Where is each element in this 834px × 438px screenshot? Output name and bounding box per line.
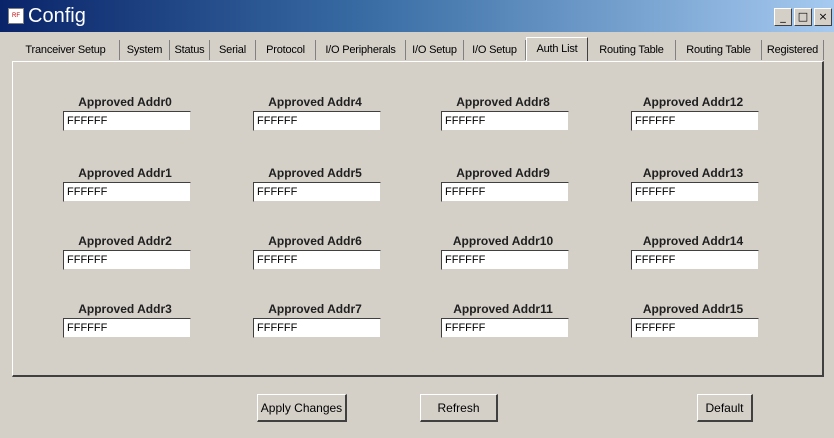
default-button[interactable]: Default (697, 394, 753, 422)
approved-addr-9-input[interactable] (441, 182, 569, 202)
approved-addr-11-label: Approved Addr11 (453, 302, 553, 316)
approved-addr-11-group: Approved Addr11 (431, 302, 611, 346)
tab-strip: Tranceiver Setup System Status Serial Pr… (12, 37, 824, 62)
approved-addr-4-group: Approved Addr4 (243, 95, 423, 139)
approved-addr-13-label: Approved Addr13 (642, 166, 744, 180)
title-bar[interactable]: RF Config _ □ × (0, 0, 834, 32)
approved-addr-12-label: Approved Addr12 (642, 95, 744, 109)
window-title: Config (28, 5, 86, 27)
approved-addr-4-label: Approved Addr4 (268, 95, 362, 109)
approved-addr-6-label: Approved Addr6 (268, 234, 362, 248)
approved-addr-7-input[interactable] (253, 318, 381, 338)
tab-protocol[interactable]: Protocol (256, 40, 316, 60)
approved-addr-1-input[interactable] (63, 182, 191, 202)
refresh-button[interactable]: Refresh (420, 394, 498, 422)
approved-addr-15-group: Approved Addr15 (621, 302, 801, 346)
approved-addr-12-group: Approved Addr12 (621, 95, 801, 139)
apply-changes-button[interactable]: Apply Changes (257, 394, 347, 422)
approved-addr-11-input[interactable] (441, 318, 569, 338)
approved-addr-0-input[interactable] (63, 111, 191, 131)
approved-addr-10-group: Approved Addr10 (431, 234, 611, 278)
tab-io-peripherals[interactable]: I/O Peripherals (316, 40, 406, 60)
auth-list-panel: Approved Addr0 Approved Addr1 Approved A… (12, 61, 824, 377)
tab-system[interactable]: System (120, 40, 170, 60)
tab-tranceiver-setup[interactable]: Tranceiver Setup (12, 40, 120, 60)
minimize-button[interactable]: _ (774, 8, 792, 26)
tab-registered[interactable]: Registered (762, 40, 824, 60)
approved-addr-7-group: Approved Addr7 (243, 302, 423, 346)
approved-addr-5-label: Approved Addr5 (268, 166, 362, 180)
approved-addr-1-label: Approved Addr1 (78, 166, 172, 180)
approved-addr-8-input[interactable] (441, 111, 569, 131)
approved-addr-3-label: Approved Addr3 (78, 302, 172, 316)
approved-addr-10-input[interactable] (441, 250, 569, 270)
approved-addr-3-input[interactable] (63, 318, 191, 338)
app-icon: RF (8, 8, 24, 24)
tab-io-setup-1[interactable]: I/O Setup (406, 40, 464, 60)
approved-addr-14-group: Approved Addr14 (621, 234, 801, 278)
approved-addr-2-input[interactable] (63, 250, 191, 270)
approved-addr-0-label: Approved Addr0 (78, 95, 172, 109)
approved-addr-0-group: Approved Addr0 (53, 95, 233, 139)
approved-addr-14-label: Approved Addr14 (642, 234, 744, 248)
approved-addr-14-input[interactable] (631, 250, 759, 270)
approved-addr-2-label: Approved Addr2 (78, 234, 172, 248)
approved-addr-13-group: Approved Addr13 (621, 166, 801, 210)
approved-addr-13-input[interactable] (631, 182, 759, 202)
tab-routing-table-1[interactable]: Routing Table (588, 40, 676, 60)
approved-addr-4-input[interactable] (253, 111, 381, 131)
approved-addr-2-group: Approved Addr2 (53, 234, 233, 278)
approved-addr-6-group: Approved Addr6 (243, 234, 423, 278)
tab-routing-table-2[interactable]: Routing Table (676, 40, 762, 60)
tab-status[interactable]: Status (170, 40, 210, 60)
approved-addr-10-label: Approved Addr10 (452, 234, 554, 248)
tab-serial[interactable]: Serial (210, 40, 256, 60)
approved-addr-6-input[interactable] (253, 250, 381, 270)
approved-addr-8-group: Approved Addr8 (431, 95, 611, 139)
approved-addr-7-label: Approved Addr7 (268, 302, 362, 316)
tab-auth-list[interactable]: Auth List (526, 37, 588, 61)
approved-addr-5-group: Approved Addr5 (243, 166, 423, 210)
approved-addr-9-label: Approved Addr9 (456, 166, 550, 180)
approved-addr-12-input[interactable] (631, 111, 759, 131)
approved-addr-15-label: Approved Addr15 (642, 302, 744, 316)
maximize-button[interactable]: □ (794, 8, 812, 26)
approved-addr-5-input[interactable] (253, 182, 381, 202)
approved-addr-9-group: Approved Addr9 (431, 166, 611, 210)
close-button[interactable]: × (814, 8, 832, 26)
approved-addr-3-group: Approved Addr3 (53, 302, 233, 346)
approved-addr-15-input[interactable] (631, 318, 759, 338)
approved-addr-1-group: Approved Addr1 (53, 166, 233, 210)
approved-addr-8-label: Approved Addr8 (456, 95, 550, 109)
tab-io-setup-2[interactable]: I/O Setup (464, 40, 526, 60)
